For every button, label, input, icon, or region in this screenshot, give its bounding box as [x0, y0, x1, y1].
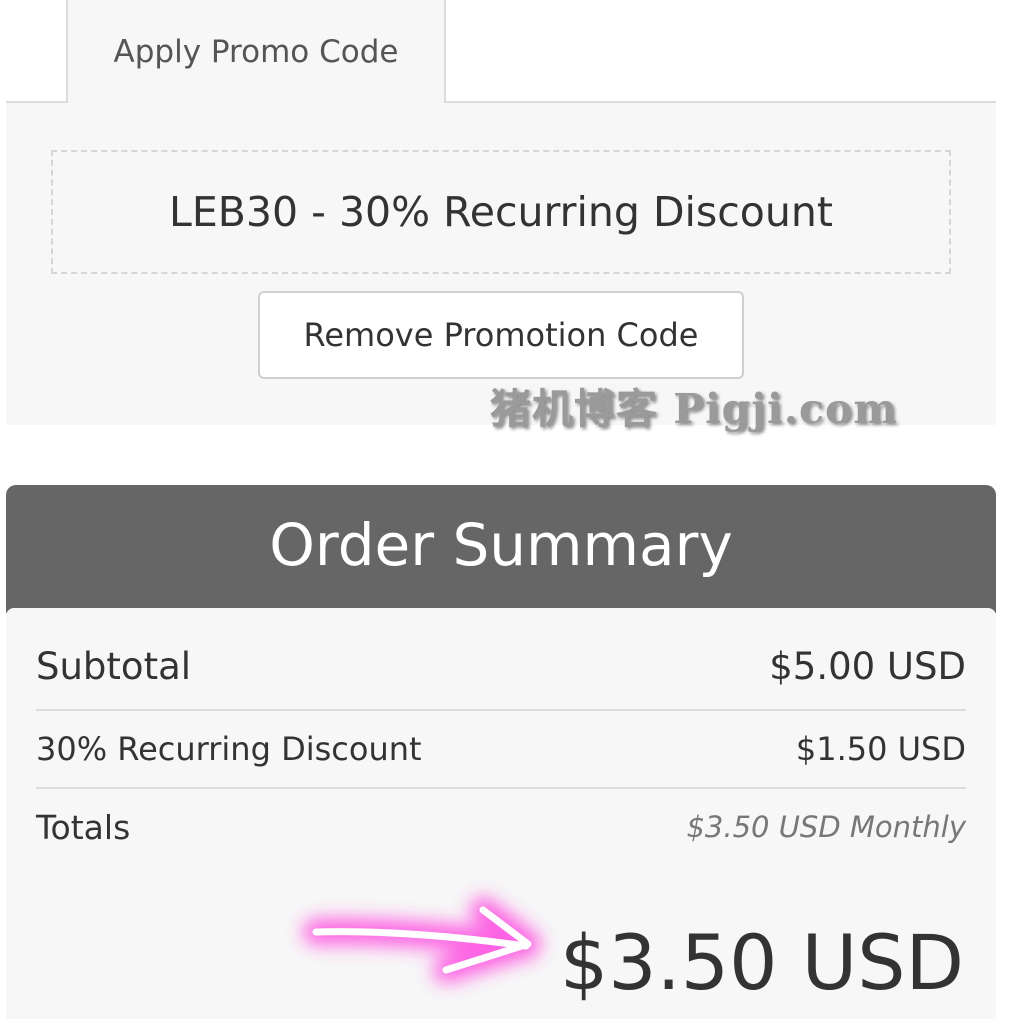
annotation-arrow-icon [303, 897, 541, 983]
total-due-amount: $3.50 USD [559, 918, 964, 1007]
subtotal-row: Subtotal $5.00 USD [36, 640, 966, 692]
subtotal-label: Subtotal [36, 644, 192, 688]
divider [36, 709, 966, 711]
totals-row: Totals $3.50 USD Monthly [36, 806, 966, 848]
divider [36, 787, 966, 789]
subtotal-value: $5.00 USD [769, 644, 966, 688]
watermark: 猪机博客 Pigji.com [490, 385, 898, 433]
order-summary-title: Order Summary [6, 485, 996, 613]
applied-promo-code: LEB30 - 30% Recurring Discount [51, 150, 951, 274]
totals-label: Totals [36, 807, 131, 847]
discount-value: $1.50 USD [795, 730, 966, 768]
discount-row: 30% Recurring Discount $1.50 USD [36, 728, 966, 770]
remove-promotion-code-button[interactable]: Remove Promotion Code [258, 291, 744, 379]
discount-label: 30% Recurring Discount [36, 730, 422, 768]
tab-apply-promo-code[interactable]: Apply Promo Code [66, 0, 446, 103]
totals-value: $3.50 USD Monthly [686, 810, 966, 844]
